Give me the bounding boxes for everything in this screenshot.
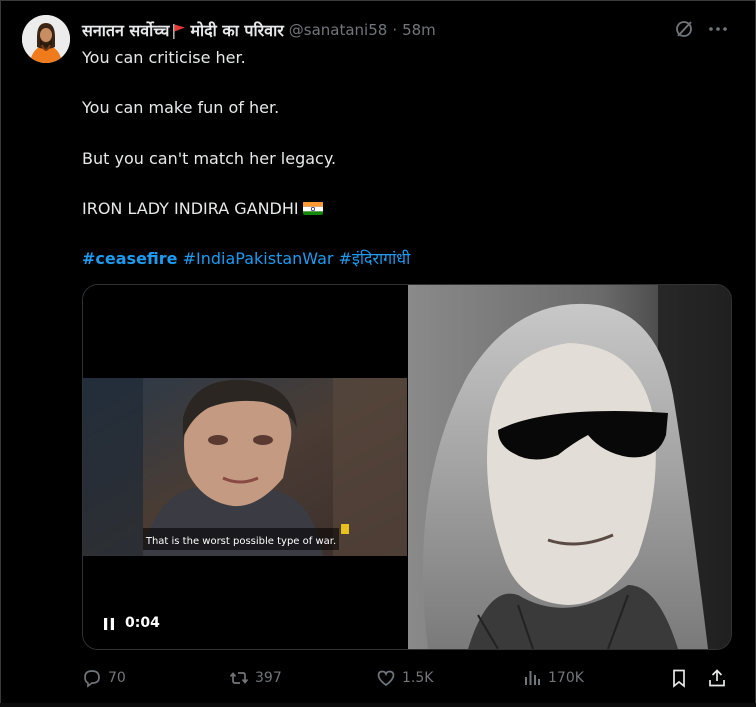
hashtags: #ceasefire #IndiaPakistanWar #इंदिरागांध… xyxy=(82,247,410,269)
repost-count: 397 xyxy=(255,670,282,686)
like-button[interactable]: 1.5K xyxy=(376,668,433,688)
tweet-time[interactable]: 58m xyxy=(402,21,436,39)
repost-icon xyxy=(229,672,249,684)
share-icon xyxy=(709,669,725,687)
tweet-header: सनातन सर्वोच्च मोदी का परिवार @sanatani5… xyxy=(82,17,436,43)
portrait-image[interactable] xyxy=(408,285,731,649)
tweet-text-line: IRON LADY INDIRA GANDHI xyxy=(82,199,323,218)
video-controls: 0:04 xyxy=(103,615,160,631)
separator-dot: · xyxy=(392,21,398,39)
share-button[interactable] xyxy=(707,668,727,688)
hashtag-link[interactable]: #इंदिरागांधी xyxy=(339,249,411,268)
video-timestamp: 0:04 xyxy=(125,615,160,631)
hashtag-link[interactable]: #ceasefire xyxy=(82,249,178,268)
like-count: 1.5K xyxy=(402,670,434,686)
views-button[interactable]: 170K xyxy=(522,668,584,688)
reply-button[interactable]: 70 xyxy=(82,668,126,688)
video-subtitle: That is the worst possible type of war. xyxy=(145,536,336,547)
red-flag-icon xyxy=(172,23,186,39)
frame-bottom-edge xyxy=(0,703,756,707)
author-name-suffix[interactable]: मोदी का परिवार xyxy=(190,19,283,41)
views-icon xyxy=(525,671,540,685)
avatar[interactable] xyxy=(22,15,70,63)
author-handle[interactable]: @sanatani58 xyxy=(289,21,388,39)
reply-count: 70 xyxy=(108,670,126,686)
video-frame[interactable]: That is the worst possible type of war. xyxy=(83,378,407,556)
hashtag-link[interactable]: #IndiaPakistanWar xyxy=(183,249,334,268)
reply-icon xyxy=(84,670,100,688)
tweet-text-iron-lady: IRON LADY INDIRA GANDHI xyxy=(82,199,299,218)
tweet-text-line: But you can't match her legacy. xyxy=(82,149,337,168)
india-flag-icon xyxy=(302,201,323,215)
tweet-text-line: You can criticise her. xyxy=(82,48,246,67)
tweet-text-line: You can make fun of her. xyxy=(82,98,280,117)
bookmark-button[interactable] xyxy=(669,668,689,688)
author-name[interactable]: सनातन सर्वोच्च xyxy=(82,19,169,41)
pause-icon[interactable] xyxy=(103,616,115,630)
video-player[interactable]: That is the worst possible type of war. … xyxy=(83,285,407,649)
media-container[interactable]: That is the worst possible type of war. … xyxy=(82,284,732,650)
repost-button[interactable]: 397 xyxy=(229,668,282,688)
more-options-icon[interactable] xyxy=(706,19,730,39)
views-count: 170K xyxy=(548,670,584,686)
bookmark-icon xyxy=(673,669,685,688)
heart-icon xyxy=(377,670,395,687)
grok-icon[interactable] xyxy=(674,19,694,39)
